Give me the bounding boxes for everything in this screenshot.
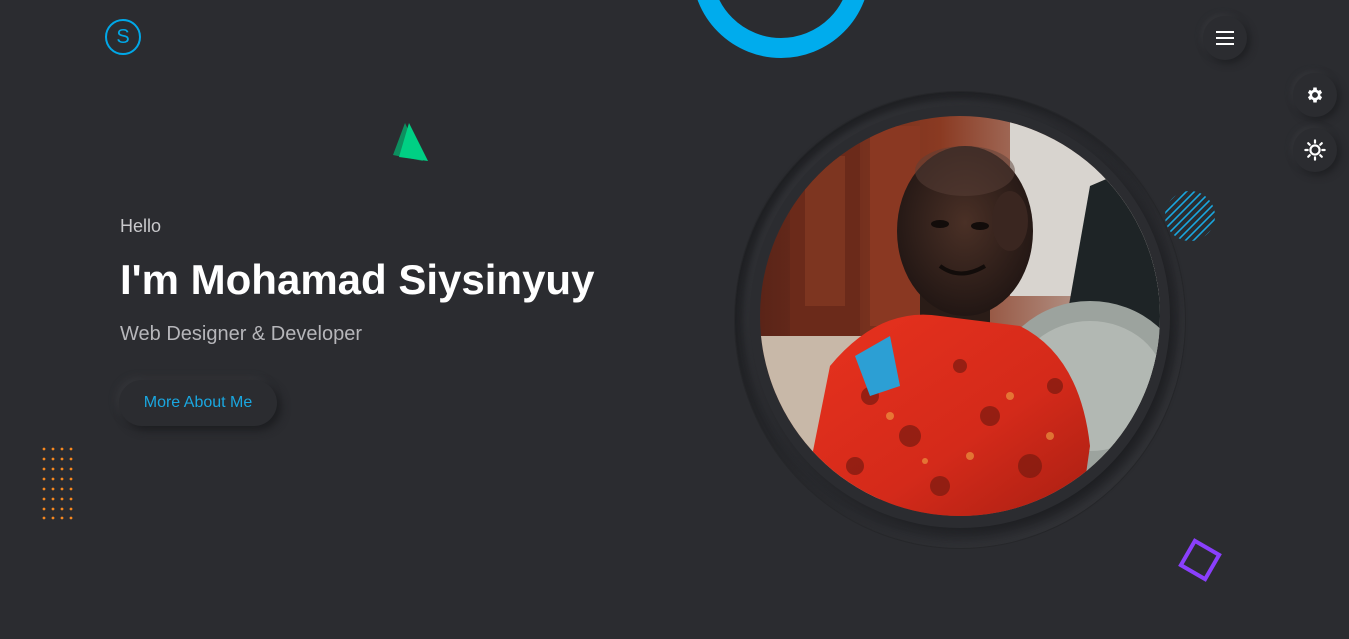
menu-button[interactable] xyxy=(1203,16,1247,60)
site-logo[interactable]: S xyxy=(105,19,141,55)
decorative-ring-shape xyxy=(692,0,870,58)
decorative-striped-circle xyxy=(1165,191,1215,241)
hamburger-menu-icon xyxy=(1216,31,1234,45)
hero-name-heading: I'm Mohamad Siysinyuy xyxy=(120,256,595,303)
gear-icon xyxy=(1307,87,1323,103)
theme-toggle-button[interactable] xyxy=(1293,128,1337,172)
more-about-me-button[interactable]: More About Me xyxy=(119,380,277,426)
decorative-square-shape xyxy=(1178,538,1222,582)
profile-photo xyxy=(760,116,1160,516)
settings-button[interactable] xyxy=(1293,73,1337,117)
sun-icon xyxy=(1304,139,1326,161)
role-subtitle: Web Designer & Developer xyxy=(120,323,362,345)
decorative-dot-grid xyxy=(42,447,73,520)
logo-letter: S xyxy=(116,25,130,48)
decorative-triangle-shape xyxy=(393,123,428,161)
greeting-text: Hello xyxy=(120,216,162,236)
